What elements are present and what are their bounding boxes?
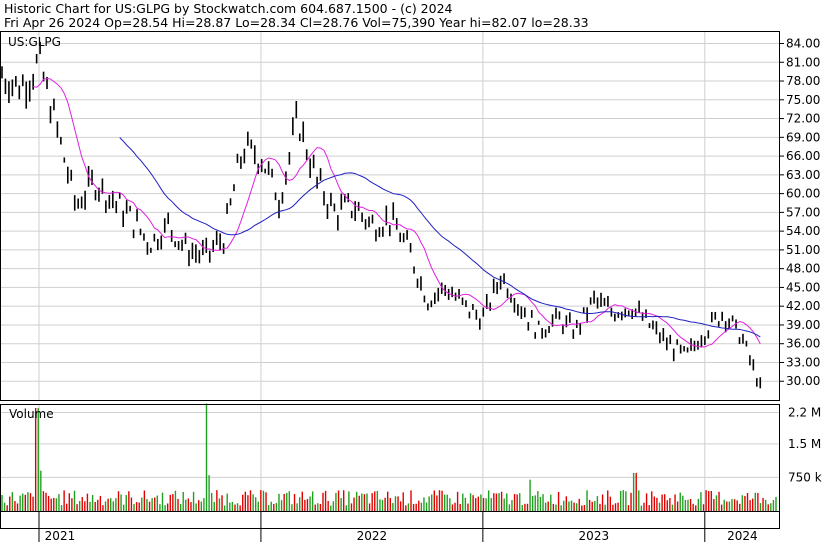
price-tick-label: 69.00 [786,130,820,144]
price-tick-label: 75.00 [786,93,820,107]
chart-stage: Historic Chart for US:GLPG by Stockwatch… [0,0,830,543]
volume-tick-label: 1.5 M [788,437,821,451]
price-tick-label: 33.00 [786,355,820,369]
price-tick-label: 57.00 [786,205,820,219]
moving-average-long [119,137,761,338]
time-tick-label: 2024 [727,529,758,543]
price-tick-label: 51.00 [786,243,820,257]
price-panel-frame [0,31,780,401]
time-tick-label: 2021 [45,529,76,543]
price-tick-label: 54.00 [786,224,820,238]
panel-frames [0,31,780,529]
volume-tick-label: 2.2 M [788,405,821,419]
price-tick-label: 72.00 [786,112,820,126]
price-tick-label: 66.00 [786,149,820,163]
price-tick-label: 45.00 [786,280,820,294]
price-grid [0,31,780,400]
time-axis: 2021 2022 2023 2024 [38,511,758,543]
volume-grid [0,404,780,511]
price-tick-label: 84.00 [786,37,820,51]
time-tick-label: 2022 [357,529,388,543]
price-tick-label: 48.00 [786,262,820,276]
price-tick-label: 63.00 [786,168,820,182]
price-tick-label: 36.00 [786,337,820,351]
volume-bars [1,403,777,511]
price-tick-label: 81.00 [786,55,820,69]
stock-chart: 30.00 33.00 36.00 39.00 42.00 45.00 48.00 51.00… [0,31,822,543]
time-tick-label: 2023 [579,529,610,543]
symbol-label: US:GLPG [8,35,61,49]
time-axis-frame [0,511,780,529]
price-tick-label: 39.00 [786,318,820,332]
price-tick-label: 30.00 [786,374,820,388]
price-tick-label: 60.00 [786,187,820,201]
price-tick-label: 42.00 [786,299,820,313]
volume-axis: 2.2 M 1.5 M 750 k [788,405,822,484]
price-axis: 30.00 33.00 36.00 39.00 42.00 45.00 48.00 51.00… [780,37,820,388]
price-bars [1,41,762,389]
volume-label: Volume [9,407,54,421]
volume-tick-label: 750 k [788,470,822,484]
price-tick-label: 78.00 [786,74,820,88]
